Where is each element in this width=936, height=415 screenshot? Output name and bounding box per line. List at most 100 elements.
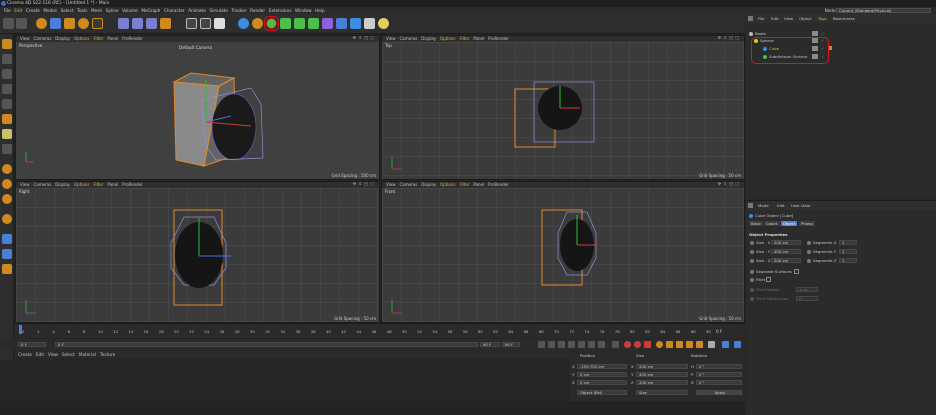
mat-menu-create[interactable]: Create (18, 352, 32, 357)
light-icon[interactable] (378, 18, 389, 29)
autokey-icon[interactable] (634, 341, 641, 348)
menu-simulate[interactable]: Simulate (209, 8, 228, 13)
keyframe-dot-icon[interactable] (750, 278, 754, 282)
make-editable-icon[interactable] (2, 39, 12, 49)
start-frame-field[interactable]: 0 F (18, 342, 46, 347)
redo-icon[interactable] (16, 18, 27, 29)
menu-edit[interactable]: Edit (14, 8, 22, 13)
attr-menu-edit[interactable]: Edit (777, 203, 785, 208)
soft-selection-icon[interactable] (2, 214, 12, 224)
menu-display[interactable]: Display (55, 182, 70, 187)
grid-icon[interactable] (2, 234, 12, 244)
object-row-boole[interactable]: Boole (749, 31, 766, 36)
menu-tracker[interactable]: Tracker (231, 8, 246, 13)
edges-mode-icon[interactable] (2, 99, 12, 109)
uv-mode-icon[interactable] (2, 129, 12, 139)
material-area[interactable] (14, 358, 569, 401)
rotate-icon[interactable] (78, 18, 89, 29)
timeline[interactable]: 0 2 4 6 8 10 12 14 16 18 20 22 24 26 28 30 32 34 36 38 40 42 4… (14, 323, 745, 338)
obj-menu-bookmarks[interactable]: Bookmarks (833, 16, 855, 21)
mat-menu-texture[interactable]: Texture (100, 352, 115, 357)
live-selection-icon[interactable] (36, 18, 47, 29)
menu-panel[interactable]: Panel (473, 36, 484, 41)
menu-prorender[interactable]: ProRender (122, 182, 143, 187)
field-icon[interactable] (336, 18, 347, 29)
parameter-key-icon[interactable] (686, 341, 693, 348)
menu-animate[interactable]: Animate (188, 8, 206, 13)
keyframe-dot-icon[interactable] (807, 250, 811, 254)
cube-object-icon[interactable] (238, 18, 249, 29)
tab-basic[interactable]: Basic (749, 221, 764, 226)
render-picture-viewer-icon[interactable] (200, 18, 211, 29)
menu-display[interactable]: Display (421, 36, 436, 41)
next-frame-icon[interactable] (578, 341, 585, 348)
position-z-field[interactable]: 0 cm (577, 380, 627, 385)
menu-panel[interactable]: Panel (473, 182, 484, 187)
size-mode-select[interactable]: Size (636, 390, 688, 395)
record-icon[interactable] (624, 341, 631, 348)
rotation-p-field[interactable]: 0 ° (696, 372, 742, 377)
locked-workplane-icon[interactable] (2, 194, 12, 204)
mat-menu-view[interactable]: View (48, 352, 58, 357)
menu-tools[interactable]: Tools (77, 8, 87, 13)
size-y-field[interactable]: 400 cm (636, 372, 688, 377)
menu-file[interactable]: File (4, 8, 11, 13)
menu-cameras[interactable]: Cameras (400, 36, 418, 41)
menu-filter[interactable]: Filter (459, 36, 469, 41)
apply-button[interactable]: Apply (696, 390, 742, 395)
segments-y-input[interactable]: 1 (839, 249, 857, 254)
viewport-right[interactable]: View Cameras Display Options Filter Panel ProR… (15, 181, 380, 323)
previous-key-icon[interactable] (548, 341, 555, 348)
recent-tools-icon[interactable] (92, 18, 103, 29)
size-x-input[interactable]: 200 cm (771, 240, 801, 245)
visibility-toggle[interactable] (812, 31, 818, 36)
tab-coord[interactable]: Coord. (764, 221, 781, 226)
menu-prorender[interactable]: ProRender (122, 36, 143, 41)
scale-icon[interactable] (64, 18, 75, 29)
menu-select[interactable]: Select (61, 8, 74, 13)
loop-icon[interactable] (612, 341, 619, 348)
menu-spline[interactable]: Spline (106, 8, 119, 13)
coordinate-system-icon[interactable] (160, 18, 171, 29)
texture-mode-icon[interactable] (2, 69, 12, 79)
layout-icon[interactable] (734, 341, 741, 348)
keyframe-dot-icon[interactable] (750, 250, 754, 254)
points-mode-icon[interactable] (2, 84, 12, 94)
tab-phong[interactable]: Phong (799, 221, 815, 226)
menu-display[interactable]: Display (421, 182, 436, 187)
menu-cameras[interactable]: Cameras (400, 182, 418, 187)
next-key-icon[interactable] (588, 341, 595, 348)
obj-menu-tags[interactable]: Tags (818, 16, 827, 21)
attr-menu-mode[interactable]: Mode (758, 203, 769, 208)
menu-mograph[interactable]: MoGraph (141, 8, 160, 13)
menu-view[interactable]: View (20, 182, 30, 187)
current-frame-field[interactable]: 0 F (55, 342, 478, 347)
menu-cameras[interactable]: Cameras (34, 36, 52, 41)
model-mode-icon[interactable] (2, 54, 12, 64)
position-x-field[interactable]: -159.702 cm (577, 364, 627, 369)
key-selection-icon[interactable] (644, 341, 651, 348)
menu-prorender[interactable]: ProRender (488, 182, 509, 187)
pla-icon[interactable] (708, 341, 715, 348)
viewport-perspective[interactable]: View Cameras Display Options Filter Panel ProR… (15, 35, 380, 180)
menu-filter[interactable]: Filter (459, 182, 469, 187)
enabled-check-icon[interactable]: ✓ (821, 31, 824, 36)
obj-menu-edit[interactable]: Edit (771, 16, 779, 21)
rotation-b-field[interactable]: 0 ° (696, 380, 742, 385)
floor-icon[interactable] (350, 18, 361, 29)
menu-volume[interactable]: Volume (122, 8, 138, 13)
size-y-input[interactable]: 400 cm (771, 249, 801, 254)
menu-filter[interactable]: Filter (93, 36, 103, 41)
menu-mesh[interactable]: Mesh (91, 8, 102, 13)
menu-view[interactable]: View (386, 182, 396, 187)
undo-icon[interactable] (3, 18, 14, 29)
menu-character[interactable]: Character (164, 8, 185, 13)
viewport-top[interactable]: View Cameras Display Options Filter Panel ProR… (381, 35, 745, 180)
keyframe-dot-icon[interactable] (750, 259, 754, 263)
menu-filter[interactable]: Filter (93, 182, 103, 187)
menu-options[interactable]: Options (74, 36, 89, 41)
menu-options[interactable]: Options (440, 36, 455, 41)
mat-menu-edit[interactable]: Edit (36, 352, 44, 357)
render-view-icon[interactable] (186, 18, 197, 29)
scale-key-icon[interactable] (666, 341, 673, 348)
